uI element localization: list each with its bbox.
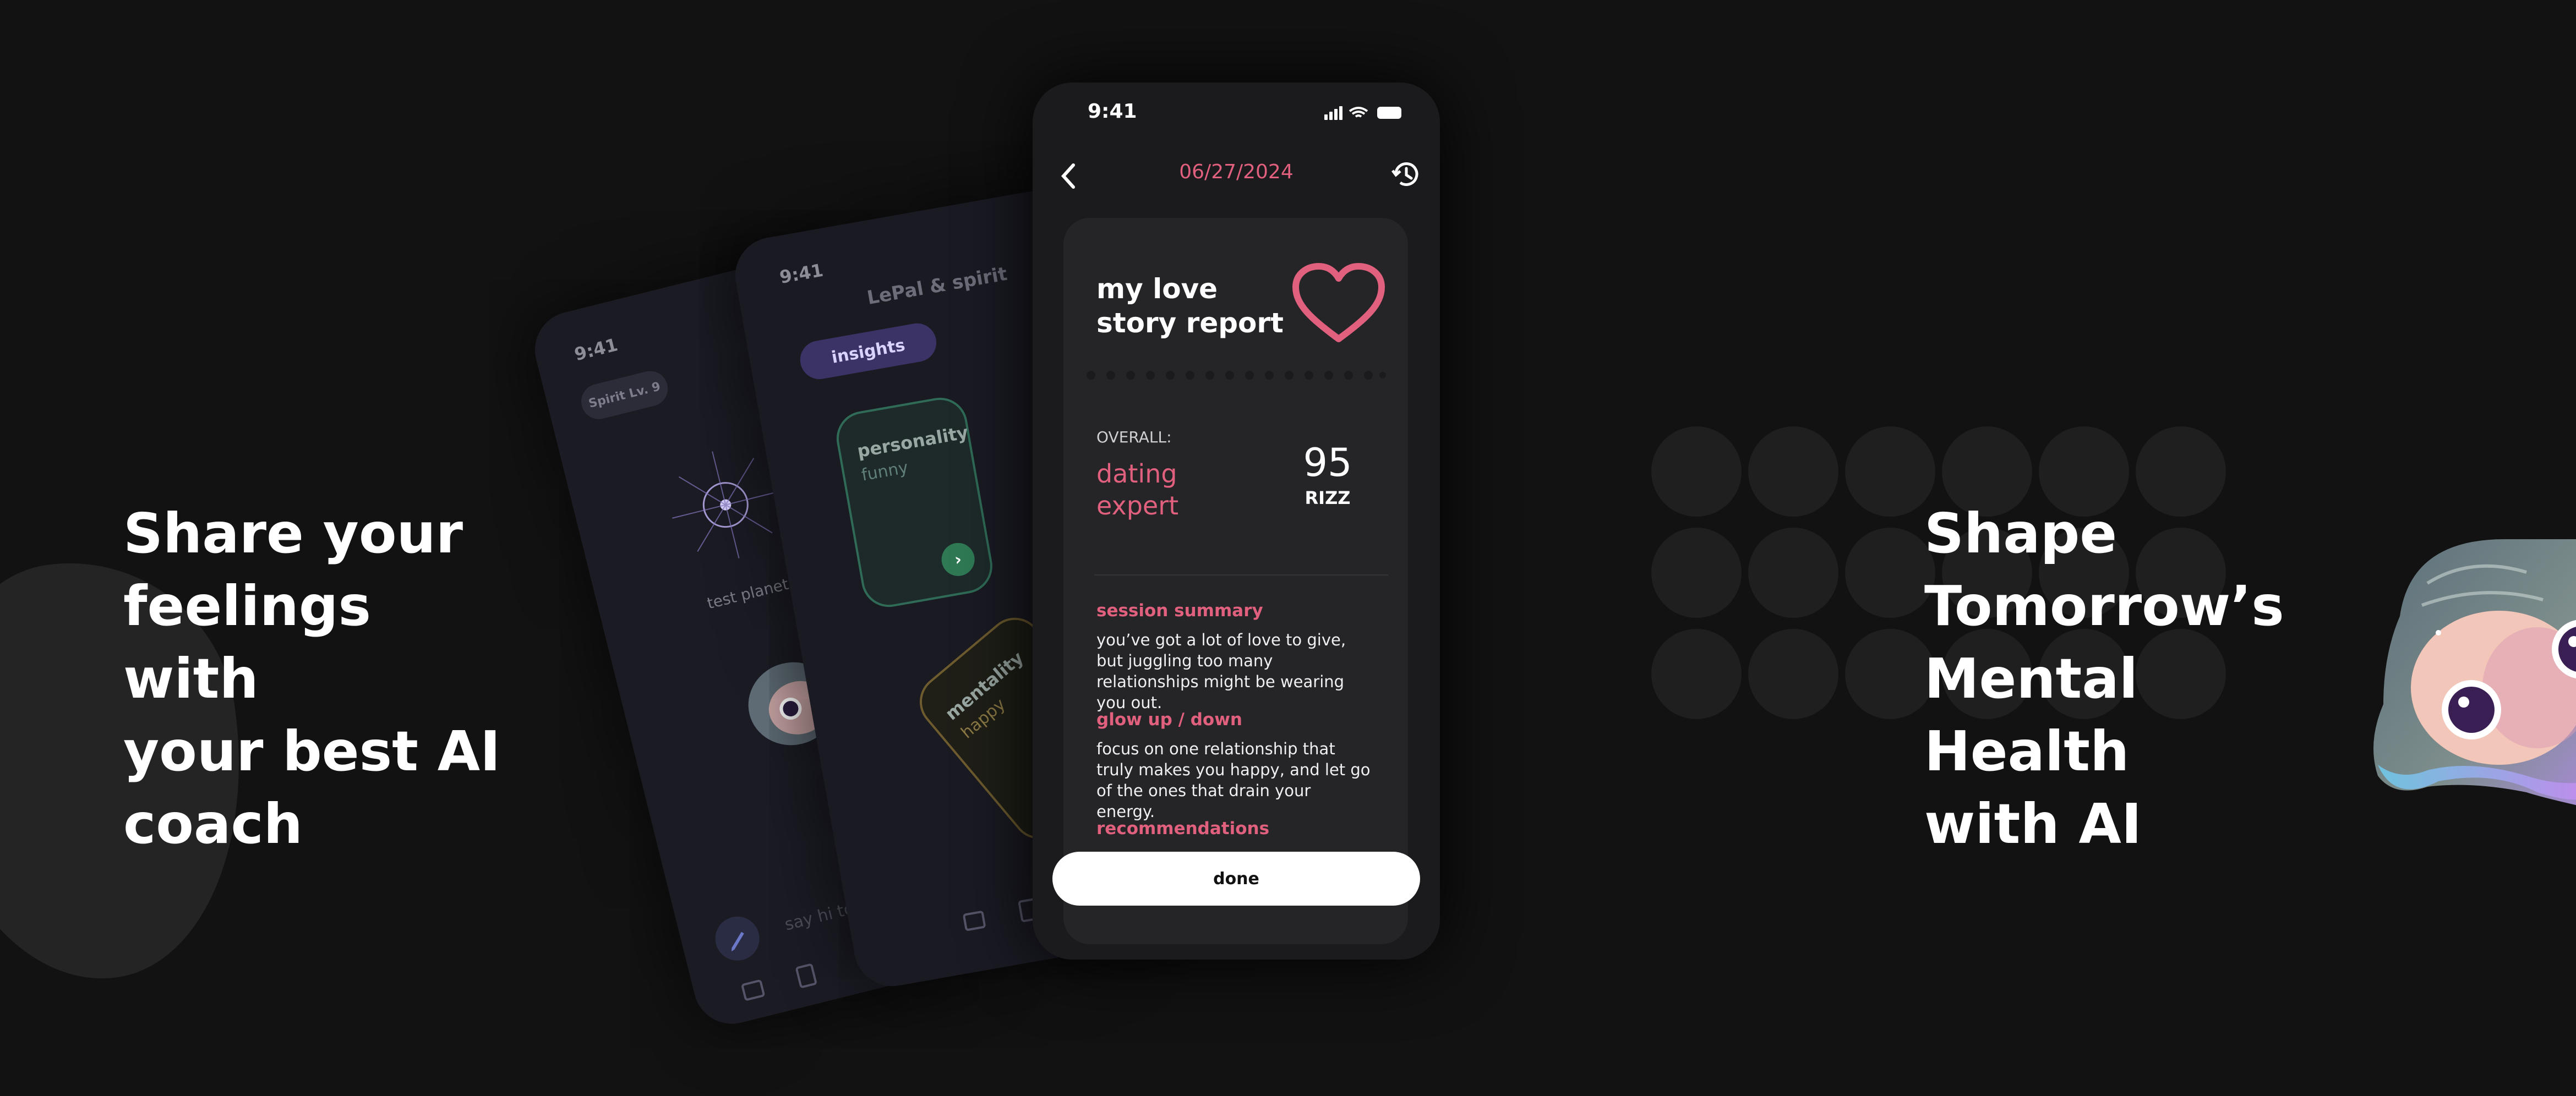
section-body-summary: you’ve got a lot of love to give, but ju… (1096, 631, 1346, 712)
section-body-glow: focus on one relationship that truly mak… (1096, 739, 1371, 821)
rizz-score: 95 (1303, 440, 1352, 485)
battery-icon (1377, 107, 1401, 119)
edit-button[interactable] (711, 912, 765, 966)
history-icon[interactable] (1389, 157, 1423, 191)
level-label: Lv. 9 (627, 379, 662, 401)
report-title: my love story report (1096, 273, 1284, 339)
status-time: 9:41 (778, 259, 825, 288)
rizz-unit: RIZZ (1305, 487, 1351, 508)
wifi-icon (1349, 107, 1368, 118)
headline-right: Shape Tomorrow’s Mental Health with AI (1924, 501, 2284, 856)
clipboard-icon[interactable] (789, 958, 823, 992)
overall-label: OVERALL: (1096, 428, 1172, 446)
tab-insights[interactable]: insights (797, 320, 940, 382)
status-bar-icons (1324, 106, 1401, 120)
store-icon[interactable] (958, 903, 990, 935)
headline-left: Share your feelings with your best AI co… (123, 501, 501, 856)
scallop-divider (1087, 371, 1386, 380)
marketing-canvas: Share your feelings with your best AI co… (0, 0, 2576, 1096)
love-report-card: my love story report OVERALL: dating exp… (1063, 218, 1408, 944)
spirit-label: Spirit (587, 388, 627, 411)
spirit-mascot-icon (2373, 539, 2576, 805)
spirit-level-chip[interactable]: Spirit Lv. 9 (577, 367, 672, 423)
screen-title: LePal & spirit (865, 262, 1009, 309)
section-divider (1094, 574, 1388, 576)
section-heading-summary: session summary (1096, 601, 1263, 621)
overall-value: dating expert (1096, 459, 1179, 520)
done-button[interactable]: done (1052, 852, 1420, 906)
chevron-right-icon[interactable]: › (938, 540, 978, 579)
planet-name: test planet (705, 574, 791, 613)
signal-icon (1324, 106, 1342, 120)
pencil-icon (731, 931, 744, 952)
heart-icon (1292, 263, 1385, 342)
store-icon[interactable] (736, 972, 769, 1005)
main-phone-report: 9:41 06/27/2024 my love story report OVE… (1033, 83, 1440, 960)
report-date: 06/27/2024 (1179, 161, 1294, 183)
personality-card[interactable]: personality funny › (832, 393, 997, 612)
status-time: 9:41 (572, 334, 620, 365)
section-heading-recommendations: recommendations (1096, 819, 1270, 839)
section-heading-glow: glow up / down (1096, 710, 1242, 730)
status-time: 9:41 (1088, 100, 1137, 123)
